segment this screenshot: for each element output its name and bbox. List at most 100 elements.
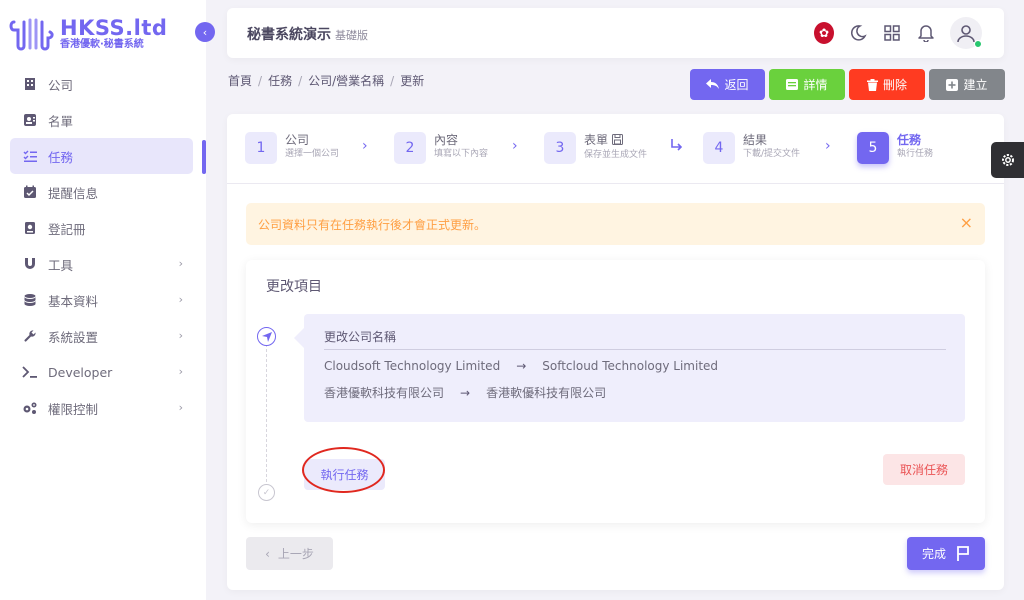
sidebar-item-label: Developer (48, 364, 113, 380)
cancel-task-button[interactable]: 取消任務 (883, 454, 965, 485)
chevron-right-icon: › (178, 329, 183, 342)
online-status-dot (974, 40, 982, 48)
bell-icon (918, 25, 934, 42)
sidebar-collapse-button[interactable]: ‹ (195, 22, 215, 42)
sidebar-item-label: 名單 (48, 113, 74, 129)
finish-button[interactable]: 完成 (907, 537, 985, 570)
register-book-icon (22, 220, 38, 236)
trash-icon (866, 78, 878, 91)
previous-step-button[interactable]: ‹ 上一步 (246, 537, 333, 570)
corner-down-right-icon (670, 138, 684, 156)
sidebar-item-label: 任務 (48, 149, 74, 165)
contact-card-icon (22, 112, 38, 128)
sidebar-item-permissions[interactable]: 權限控制 › (10, 390, 193, 426)
sidebar-item-reminders[interactable]: 提醒信息 (10, 174, 193, 210)
reply-icon (706, 79, 720, 90)
change-row-english: Cloudsoft Technology Limited → Softcloud… (324, 359, 718, 373)
apps-grid-button[interactable] (882, 23, 902, 43)
terminal-icon (22, 364, 38, 380)
sidebar-item-label: 登記冊 (48, 221, 86, 237)
user-icon (957, 25, 975, 43)
magnet-icon (22, 256, 38, 272)
timeline-line (266, 344, 267, 482)
chevron-right-icon: › (178, 401, 183, 414)
step-task[interactable]: 5 任務 執行任務 (857, 132, 933, 164)
sidebar-item-label: 提醒信息 (48, 185, 99, 201)
change-row-chinese: 香港優軟科技有限公司 → 香港軟優科技有限公司 (324, 384, 606, 401)
brand-logo[interactable]: HKSS.ltd 香港優軟·秘書系統 (8, 16, 167, 52)
language-selector[interactable]: ✿ (814, 22, 834, 44)
save-icon (611, 133, 623, 149)
execute-task-button[interactable]: 執行任務 (304, 459, 385, 490)
version-label: 基礎版 (335, 29, 368, 42)
sidebar-item-basic-data[interactable]: 基本資料 › (10, 282, 193, 318)
breadcrumb-tasks[interactable]: 任務 (268, 74, 292, 88)
old-value: Cloudsoft Technology Limited (324, 359, 501, 373)
chevron-right-icon: › (512, 138, 518, 154)
check-circle-icon: ✓ (258, 484, 275, 501)
action-buttons: 返回 詳情 刪除 建立 (690, 69, 1009, 100)
arrow-right-icon: → (460, 385, 471, 400)
change-detail-box: 更改公司名稱 Cloudsoft Technology Limited → So… (294, 314, 965, 422)
close-icon[interactable]: × (960, 213, 973, 232)
details-card-icon (786, 79, 799, 90)
change-items-title: 更改項目 (266, 279, 322, 295)
sidebar-item-contacts[interactable]: 名單 (10, 102, 193, 138)
flag-icon (956, 546, 970, 561)
breadcrumb: 首頁 / 任務 / 公司/營業名稱 / 更新 (228, 74, 425, 88)
step-form[interactable]: 3 表單 保存並生成文件 (544, 132, 647, 164)
grid-icon (884, 25, 900, 41)
sidebar-item-register[interactable]: 登記冊 (10, 210, 193, 246)
step-company[interactable]: 1 公司 選擇一個公司 (245, 132, 339, 164)
sidebar-active-indicator (202, 140, 206, 174)
back-button[interactable]: 返回 (690, 69, 765, 100)
chevron-left-icon: ‹ (202, 25, 208, 39)
sidebar: HKSS.ltd 香港優軟·秘書系統 公司 名單 任務 提醒信息 登記冊 工具 … (0, 0, 206, 600)
sidebar-item-label: 公司 (48, 77, 74, 93)
breadcrumb-company-name[interactable]: 公司/營業名稱 (308, 74, 384, 88)
sidebar-item-tools[interactable]: 工具 › (10, 246, 193, 282)
sidebar-item-tasks[interactable]: 任務 (10, 138, 193, 174)
logo-mark-icon (9, 18, 54, 51)
brand-subtitle: 香港優軟·秘書系統 (60, 39, 144, 50)
delete-button[interactable]: 刪除 (849, 69, 925, 100)
new-value: Softcloud Technology Limited (542, 359, 719, 373)
calendar-check-icon (22, 184, 38, 200)
breadcrumb-update: 更新 (400, 74, 425, 88)
send-icon (257, 327, 276, 346)
warning-alert: 公司資料只有在任務執行後才會正式更新。 × (246, 203, 985, 245)
gears-icon (22, 400, 38, 416)
details-button[interactable]: 詳情 (769, 69, 845, 100)
sidebar-item-label: 基本資料 (48, 293, 99, 309)
app-title: 秘書系統演示 基礎版 (247, 27, 368, 43)
notifications-button[interactable] (916, 23, 936, 43)
gear-icon (1001, 154, 1014, 166)
wizard-stepper: 1 公司 選擇一個公司 › 2 內容 填寫以下內容 › 3 表單 保存並生成文件 4… (227, 114, 1004, 184)
breadcrumb-home[interactable]: 首頁 (228, 74, 252, 88)
chevron-right-icon: › (825, 138, 831, 154)
sidebar-item-company[interactable]: 公司 (10, 66, 193, 102)
building-icon (22, 76, 38, 92)
step-result[interactable]: 4 結果 下載/提交文件 (703, 132, 800, 164)
new-value: 香港軟優科技有限公司 (486, 386, 607, 400)
create-button[interactable]: 建立 (929, 69, 1005, 100)
change-item-title: 更改公司名稱 (324, 328, 946, 350)
dark-mode-toggle[interactable] (848, 23, 868, 43)
task-wizard-card: 1 公司 選擇一個公司 › 2 內容 填寫以下內容 › 3 表單 保存並生成文件 4… (227, 114, 1004, 590)
customizer-toggle[interactable] (991, 142, 1024, 178)
arrow-right-icon: → (516, 359, 527, 373)
moon-icon (850, 25, 867, 41)
chevron-right-icon: › (362, 138, 368, 154)
task-list-icon (22, 148, 38, 164)
database-icon (22, 292, 38, 308)
sidebar-item-developer[interactable]: Developer › (10, 354, 193, 390)
add-square-icon (946, 78, 959, 91)
user-avatar[interactable] (950, 17, 982, 49)
step-content[interactable]: 2 內容 填寫以下內容 (394, 132, 488, 164)
header-toolbar: ✿ (800, 17, 982, 49)
sidebar-item-system-settings[interactable]: 系統設置 › (10, 318, 193, 354)
old-value: 香港優軟科技有限公司 (324, 386, 445, 400)
chevron-right-icon: › (178, 257, 183, 270)
sidebar-nav: 公司 名單 任務 提醒信息 登記冊 工具 › 基本資料 › 系統設置 › Dev… (10, 66, 193, 426)
alert-text: 公司資料只有在任務執行後才會正式更新。 (258, 217, 487, 232)
